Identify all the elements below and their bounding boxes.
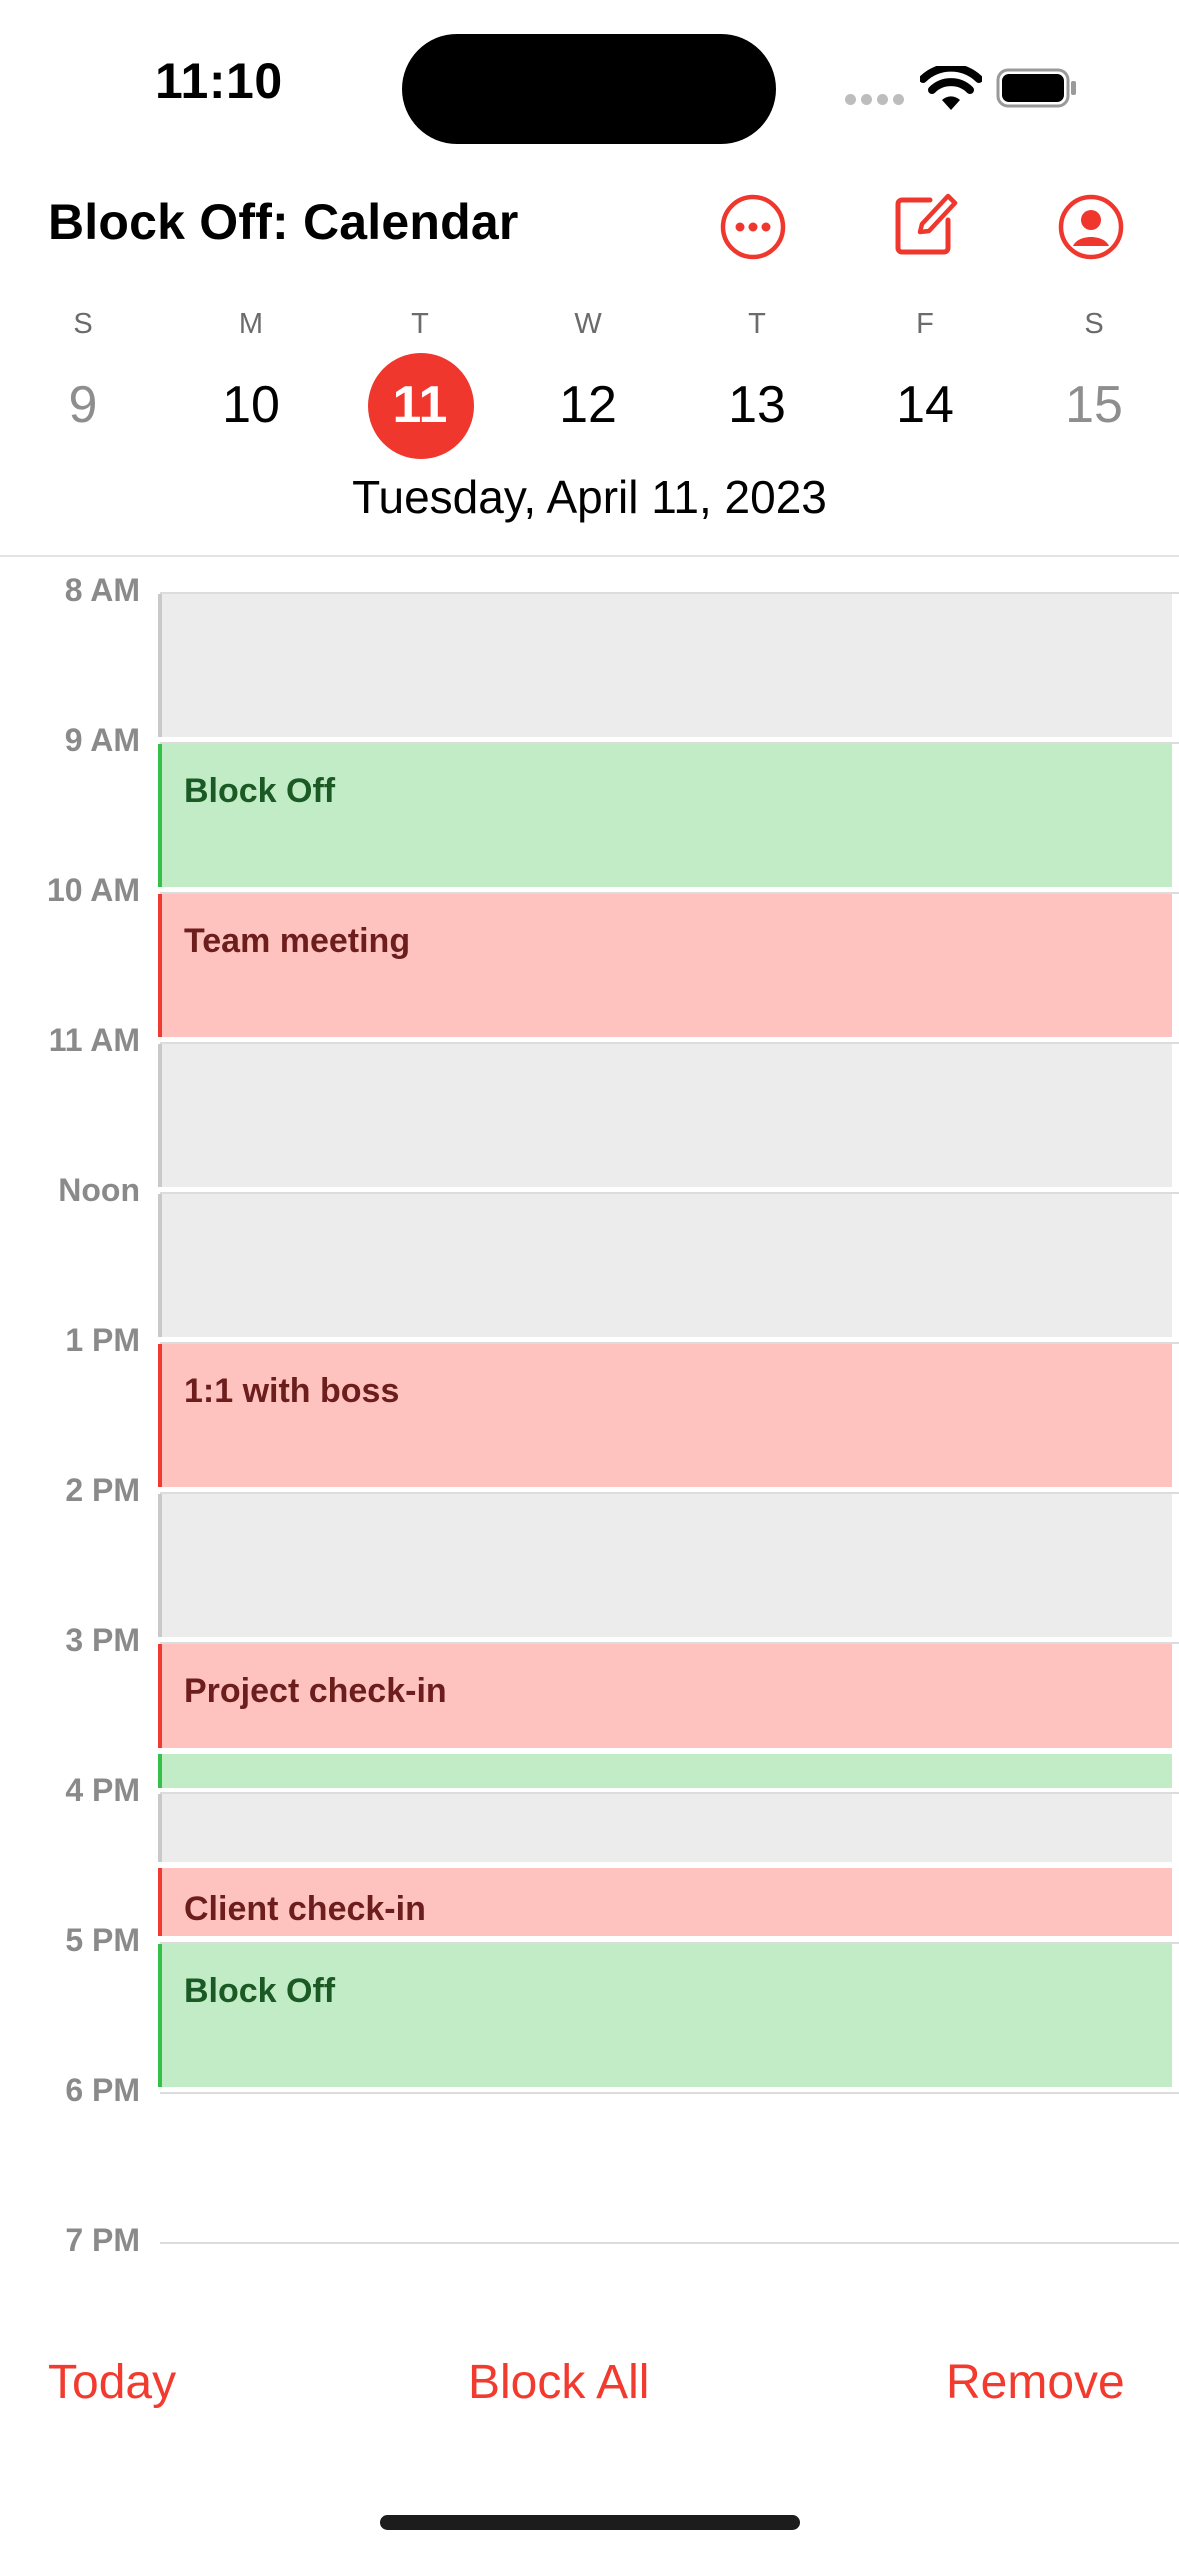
event-title: Team meeting bbox=[184, 922, 411, 960]
day-9[interactable]: 9 bbox=[28, 370, 138, 440]
hour-label: 2 PM bbox=[65, 1472, 140, 1508]
event-title: Block Off bbox=[184, 1972, 336, 2010]
status-time: 11:10 bbox=[155, 53, 283, 109]
event-title: 1:1 with boss bbox=[184, 1372, 400, 1410]
remove-button[interactable]: Remove bbox=[946, 2355, 1125, 2410]
free-slot[interactable] bbox=[158, 594, 1172, 737]
profile-button[interactable] bbox=[1056, 192, 1126, 262]
event-title: Block Off bbox=[184, 772, 336, 810]
hour-label: 7 PM bbox=[65, 2222, 140, 2258]
day-12[interactable]: 12 bbox=[533, 370, 643, 440]
hour-label: 5 PM bbox=[65, 1922, 140, 1958]
weekday-letter: M bbox=[238, 308, 264, 340]
free-slot[interactable] bbox=[158, 1194, 1172, 1337]
hour-label: Noon bbox=[58, 1172, 140, 1208]
battery-icon bbox=[996, 68, 1076, 108]
hour-gridline bbox=[160, 2092, 1179, 2094]
weekday-letter: W bbox=[574, 308, 602, 340]
event-block-off-short[interactable] bbox=[158, 1754, 1172, 1788]
selected-date-label: Tuesday, April 11, 2023 bbox=[352, 471, 827, 523]
compose-button[interactable] bbox=[890, 188, 960, 258]
hour-label: 10 AM bbox=[46, 872, 140, 908]
more-options-button[interactable] bbox=[718, 192, 788, 262]
event-team-meeting[interactable]: Team meeting bbox=[158, 894, 1172, 1037]
day-15[interactable]: 15 bbox=[1039, 370, 1149, 440]
event-block-off[interactable]: Block Off bbox=[158, 1944, 1172, 2087]
weekday-letter: F bbox=[916, 308, 934, 340]
event-title: Client check-in bbox=[184, 1890, 426, 1928]
free-slot[interactable] bbox=[158, 1794, 1172, 1862]
cellular-signal-icon bbox=[845, 94, 909, 112]
block-all-button[interactable]: Block All bbox=[468, 2355, 649, 2410]
hour-label: 6 PM bbox=[65, 2072, 140, 2108]
weekday-letter: S bbox=[1084, 308, 1104, 340]
hour-label: 4 PM bbox=[65, 1772, 140, 1808]
hour-label: 1 PM bbox=[65, 1322, 140, 1358]
weekday-letter: T bbox=[748, 308, 766, 340]
hour-label: 3 PM bbox=[65, 1622, 140, 1658]
event-block-off[interactable]: Block Off bbox=[158, 744, 1172, 887]
day-13[interactable]: 13 bbox=[702, 370, 812, 440]
hour-label: 11 AM bbox=[48, 1022, 140, 1058]
event-title: Project check-in bbox=[184, 1672, 447, 1710]
today-button[interactable]: Today bbox=[48, 2355, 176, 2410]
home-indicator[interactable] bbox=[380, 2515, 800, 2530]
page-title: Block Off: Calendar bbox=[48, 194, 519, 250]
free-slot[interactable] bbox=[158, 1494, 1172, 1637]
day-10[interactable]: 10 bbox=[196, 370, 306, 440]
header-divider bbox=[0, 555, 1179, 557]
event-project-check-in[interactable]: Project check-in bbox=[158, 1644, 1172, 1748]
hour-gridline bbox=[160, 2242, 1179, 2244]
hour-label: 9 AM bbox=[64, 722, 140, 758]
weekday-letter: S bbox=[73, 308, 93, 340]
free-slot[interactable] bbox=[158, 1044, 1172, 1187]
wifi-icon bbox=[920, 66, 982, 110]
day-11-selected[interactable]: 11 bbox=[365, 370, 475, 440]
day-14[interactable]: 14 bbox=[870, 370, 980, 440]
dynamic-island bbox=[402, 34, 776, 144]
event-client-check-in[interactable]: Client check-in bbox=[158, 1868, 1172, 1936]
event-1-1-with-boss[interactable]: 1:1 with boss bbox=[158, 1344, 1172, 1487]
hour-label: 8 AM bbox=[64, 572, 140, 608]
weekday-letter: T bbox=[411, 308, 429, 340]
